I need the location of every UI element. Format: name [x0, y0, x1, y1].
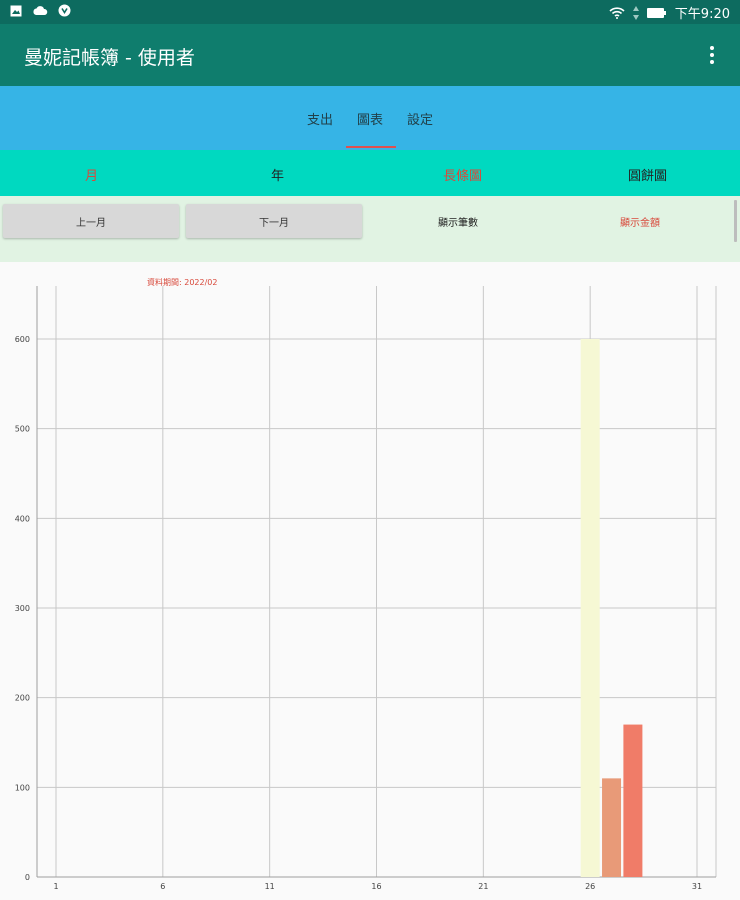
- option-pie-chart[interactable]: 圓餅圖: [628, 165, 667, 184]
- tab-settings[interactable]: 設定: [407, 109, 433, 128]
- x-tick-label: 31: [692, 882, 702, 891]
- y-tick-label: 500: [15, 425, 30, 434]
- y-tick-label: 200: [15, 694, 30, 703]
- x-tick-label: 6: [160, 882, 165, 891]
- y-tick-label: 0: [25, 873, 30, 882]
- option-year[interactable]: 年: [271, 165, 284, 184]
- x-tick-label: 11: [265, 882, 275, 891]
- x-tick-label: 21: [478, 882, 488, 891]
- bar-day-26: [580, 339, 600, 877]
- app-title: 曼妮記帳簿 - 使用者: [24, 47, 195, 69]
- next-month-button[interactable]: 下一月: [186, 204, 362, 238]
- more-vert-icon[interactable]: [702, 42, 722, 68]
- image-icon: [10, 5, 22, 16]
- show-count-toggle[interactable]: 顯示筆數: [438, 214, 478, 229]
- tab-expense[interactable]: 支出: [307, 109, 333, 128]
- app-notification-icon: [58, 4, 71, 17]
- option-bar-chart[interactable]: 長條圖: [443, 165, 482, 184]
- y-tick-label: 300: [15, 604, 30, 613]
- option-month[interactable]: 月: [85, 165, 98, 184]
- navigation-row: 上一月 下一月 顯示筆數 顯示金額: [0, 196, 740, 262]
- y-tick-label: 100: [15, 783, 30, 792]
- chart-options-bar: 月 年 長條圖 圓餅圖: [0, 150, 740, 196]
- show-amount-toggle[interactable]: 顯示金額: [620, 214, 660, 229]
- status-time: 下午9:20: [674, 7, 730, 22]
- tab-chart[interactable]: 圖表: [357, 109, 383, 128]
- app-bar: 曼妮記帳簿 - 使用者: [0, 24, 740, 86]
- bar-day-28: [623, 724, 643, 877]
- wifi-icon: [609, 6, 625, 19]
- y-tick-label: 600: [15, 335, 30, 344]
- prev-month-button[interactable]: 上一月: [3, 204, 179, 238]
- y-tick-label: 400: [15, 514, 30, 523]
- bar-chart: 01002003004005006001 6 11 16 21 26 31: [15, 286, 717, 891]
- scroll-indicator: [734, 200, 737, 242]
- tab-indicator: [346, 146, 396, 148]
- cloud-icon: [33, 6, 48, 15]
- signal-icon: [632, 5, 639, 20]
- status-right: 下午9:20: [609, 3, 730, 22]
- status-bar: 下午9:20: [0, 0, 740, 24]
- x-tick-label: 16: [371, 882, 381, 891]
- battery-icon: [646, 7, 666, 18]
- status-left-icons: [10, 4, 71, 17]
- x-tick-label: 26: [585, 882, 595, 891]
- x-tick-label: 1: [53, 882, 58, 891]
- bar-day-27: [602, 778, 622, 877]
- tab-bar: 支出 圖表 設定: [0, 86, 740, 150]
